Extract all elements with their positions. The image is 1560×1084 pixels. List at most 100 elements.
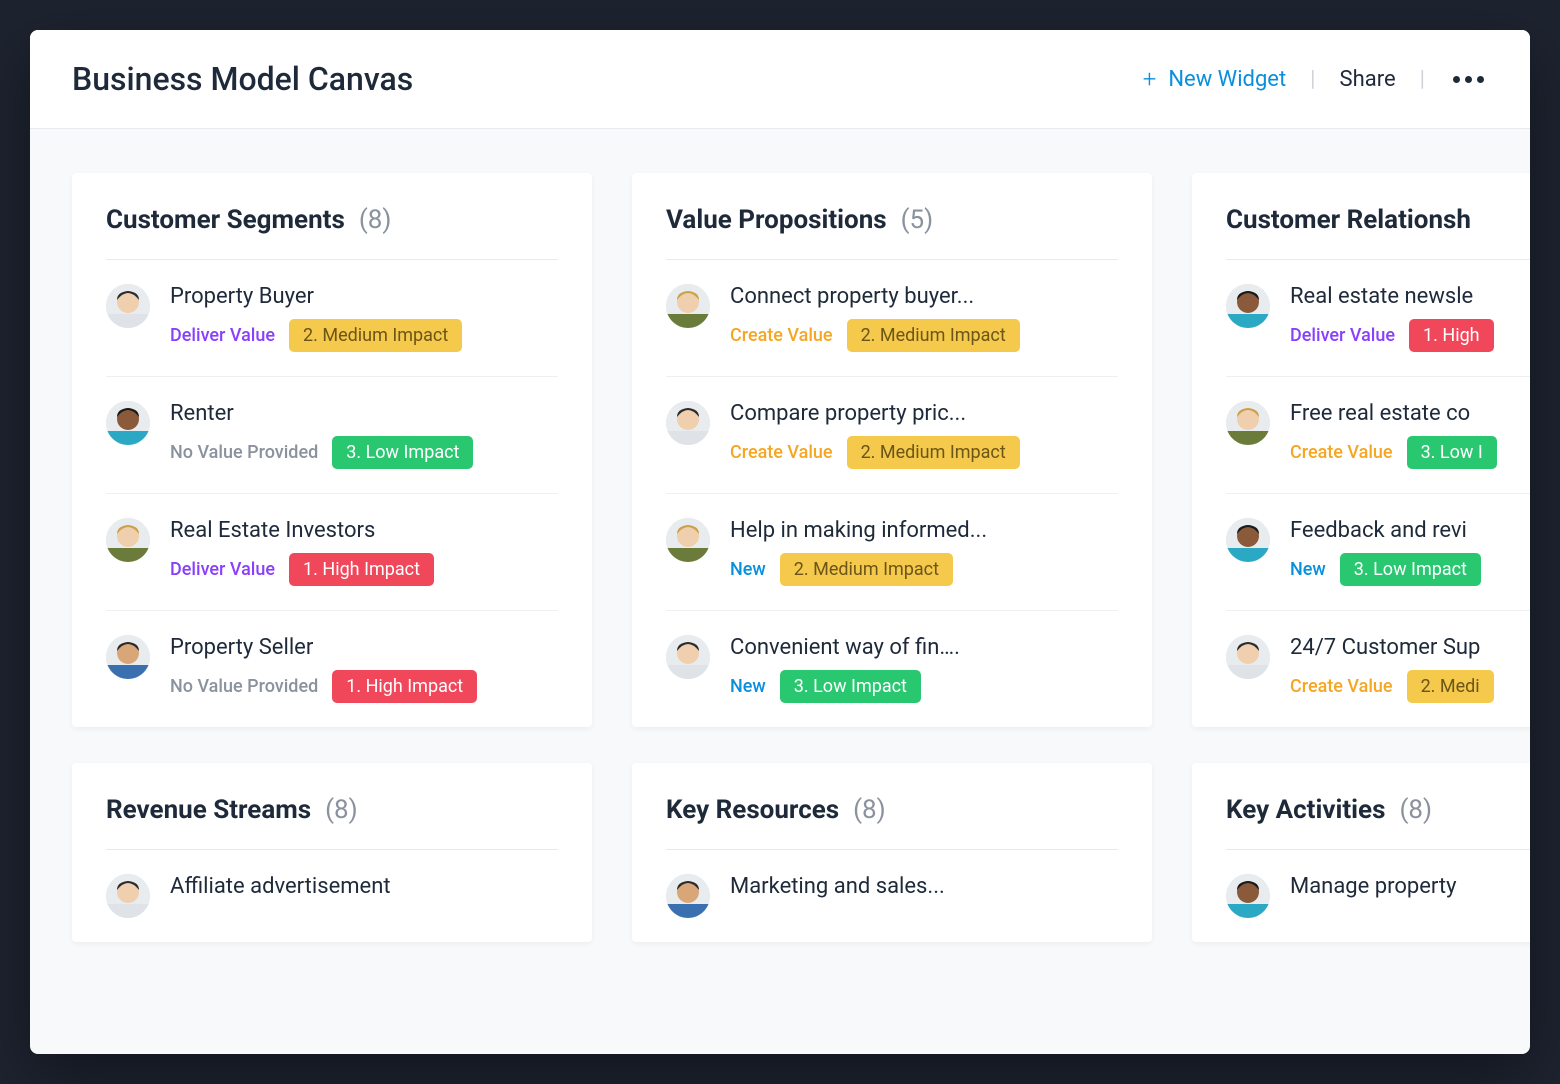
value-tag: Create Value xyxy=(1290,442,1393,463)
list-item-body: RenterNo Value Provided3. Low Impact xyxy=(170,401,558,469)
list-item[interactable]: Property Seller No Value Provided 1. High … xyxy=(106,611,558,727)
list-item-body: Free real estate co Create Value 3. Low I xyxy=(1290,401,1530,469)
avatar xyxy=(106,518,150,562)
page-title: Business Model Canvas xyxy=(72,60,413,98)
card-count: (8) xyxy=(359,205,392,235)
list-item[interactable]: RenterNo Value Provided3. Low Impact xyxy=(106,377,558,494)
card-count: (8) xyxy=(853,795,886,825)
list-item-title: Free real estate co xyxy=(1290,401,1530,426)
new-widget-label: New Widget xyxy=(1168,67,1286,92)
value-tag: Deliver Value xyxy=(170,325,275,346)
list-item-body: 24/7 Customer Sup Create Value2. Medi xyxy=(1290,635,1530,703)
avatar xyxy=(1226,401,1270,445)
card[interactable]: Revenue Streams(8) Affiliate advertiseme… xyxy=(72,763,592,942)
list-item-body: Property Seller No Value Provided 1. High … xyxy=(170,635,558,703)
list-item-title: Real Estate Investors xyxy=(170,518,558,543)
list-item-title: Manage property xyxy=(1290,874,1530,899)
value-tag: No Value Provided xyxy=(170,442,318,463)
list-item-title: Property Seller xyxy=(170,635,558,660)
board-column: Value Propositions(5) Connect property b… xyxy=(632,173,1152,1054)
board-column: Customer Relationsh Real estate newsleDe… xyxy=(1192,173,1530,1054)
list-item-meta: Create Value2. Medi xyxy=(1290,670,1530,703)
card-header: Revenue Streams(8) xyxy=(106,795,558,850)
avatar xyxy=(1226,284,1270,328)
avatar xyxy=(666,635,710,679)
list-item[interactable]: Feedback and revi New3. Low Impact xyxy=(1226,494,1530,611)
impact-badge: 3. Low Impact xyxy=(1340,553,1481,586)
impact-badge: 3. Low I xyxy=(1407,436,1497,469)
share-button[interactable]: Share xyxy=(1340,67,1396,92)
impact-badge: 1. High xyxy=(1409,319,1494,352)
value-tag: New xyxy=(730,676,766,697)
value-tag: No Value Provided xyxy=(170,676,318,697)
more-button[interactable] xyxy=(1449,72,1488,87)
avatar xyxy=(1226,874,1270,918)
list-item[interactable]: Manage property xyxy=(1226,850,1530,942)
list-item[interactable]: Free real estate co Create Value 3. Low I xyxy=(1226,377,1530,494)
list-item-meta: Deliver Value1. High Impact xyxy=(170,553,558,586)
card[interactable]: Key Resources (8) Marketing and sales... xyxy=(632,763,1152,942)
card-count: (8) xyxy=(1399,795,1432,825)
list-item[interactable]: Real Estate Investors Deliver Value1. Hig… xyxy=(106,494,558,611)
avatar xyxy=(1226,635,1270,679)
avatar xyxy=(106,874,150,918)
list-item-meta: Deliver Value2. Medium Impact xyxy=(170,319,558,352)
dot-icon xyxy=(1465,76,1472,83)
divider: | xyxy=(1310,67,1315,92)
card[interactable]: Customer Segments (8) Property BuyerDeliv… xyxy=(72,173,592,727)
avatar xyxy=(106,635,150,679)
avatar xyxy=(666,401,710,445)
value-tag: Create Value xyxy=(1290,676,1393,697)
list-item-body: Real Estate Investors Deliver Value1. Hig… xyxy=(170,518,558,586)
list-item-title: Real estate newsle xyxy=(1290,284,1530,309)
list-item-body: Real estate newsle Deliver Value1. High xyxy=(1290,284,1530,352)
board-column: Customer Segments (8) Property BuyerDeliv… xyxy=(72,173,592,1054)
card-title: Key Resources xyxy=(666,795,839,825)
list-item-title: Connect property buyer... xyxy=(730,284,1118,309)
avatar xyxy=(666,874,710,918)
card-header: Key Activities (8) xyxy=(1226,795,1530,850)
impact-badge: 2. Medium Impact xyxy=(780,553,953,586)
list-item-body: Affiliate advertisement xyxy=(170,874,558,909)
list-item-meta: Deliver Value1. High xyxy=(1290,319,1530,352)
list-item[interactable]: Real estate newsle Deliver Value1. High xyxy=(1226,260,1530,377)
list-item[interactable]: Affiliate advertisement xyxy=(106,850,558,942)
card[interactable]: Customer Relationsh Real estate newsleDe… xyxy=(1192,173,1530,727)
card[interactable]: Value Propositions(5) Connect property b… xyxy=(632,173,1152,727)
card[interactable]: Key Activities (8) Manage property xyxy=(1192,763,1530,942)
list-item-body: Convenient way of fin….New3. Low Impact xyxy=(730,635,1118,703)
list-item[interactable]: Property BuyerDeliver Value2. Medium Imp… xyxy=(106,260,558,377)
card-title: Key Activities xyxy=(1226,795,1385,825)
dot-icon xyxy=(1477,76,1484,83)
new-widget-button[interactable]: + New Widget xyxy=(1143,67,1286,92)
list-item[interactable]: Connect property buyer... Create Value2. … xyxy=(666,260,1118,377)
list-item[interactable]: Help in making informed... New2. Medium I… xyxy=(666,494,1118,611)
list-item[interactable]: Compare property pric...Create Value2. M… xyxy=(666,377,1118,494)
card-title: Revenue Streams xyxy=(106,795,311,825)
list-item-title: Affiliate advertisement xyxy=(170,874,558,899)
list-item-title: Help in making informed... xyxy=(730,518,1118,543)
list-item-body: Help in making informed... New2. Medium I… xyxy=(730,518,1118,586)
divider: | xyxy=(1420,67,1425,92)
list-item[interactable]: 24/7 Customer Sup Create Value2. Medi xyxy=(1226,611,1530,727)
value-tag: Deliver Value xyxy=(170,559,275,580)
list-item-meta: Create Value2. Medium Impact xyxy=(730,319,1118,352)
list-item-title: 24/7 Customer Sup xyxy=(1290,635,1530,660)
card-title: Customer Segments xyxy=(106,205,345,235)
list-item-meta: New3. Low Impact xyxy=(730,670,1118,703)
list-item-title: Feedback and revi xyxy=(1290,518,1530,543)
value-tag: Create Value xyxy=(730,325,833,346)
list-item-body: Marketing and sales... xyxy=(730,874,1118,909)
list-item[interactable]: Marketing and sales... xyxy=(666,850,1118,942)
list-item-body: Property BuyerDeliver Value2. Medium Imp… xyxy=(170,284,558,352)
avatar xyxy=(106,401,150,445)
list-item[interactable]: Convenient way of fin….New3. Low Impact xyxy=(666,611,1118,727)
list-item-meta: No Value Provided3. Low Impact xyxy=(170,436,558,469)
avatar xyxy=(1226,518,1270,562)
list-item-meta: Create Value2. Medium Impact xyxy=(730,436,1118,469)
list-item-body: Manage property xyxy=(1290,874,1530,909)
list-item-meta: New2. Medium Impact xyxy=(730,553,1118,586)
impact-badge: 1. High Impact xyxy=(332,670,477,703)
list-item-meta: New3. Low Impact xyxy=(1290,553,1530,586)
card-header: Key Resources (8) xyxy=(666,795,1118,850)
